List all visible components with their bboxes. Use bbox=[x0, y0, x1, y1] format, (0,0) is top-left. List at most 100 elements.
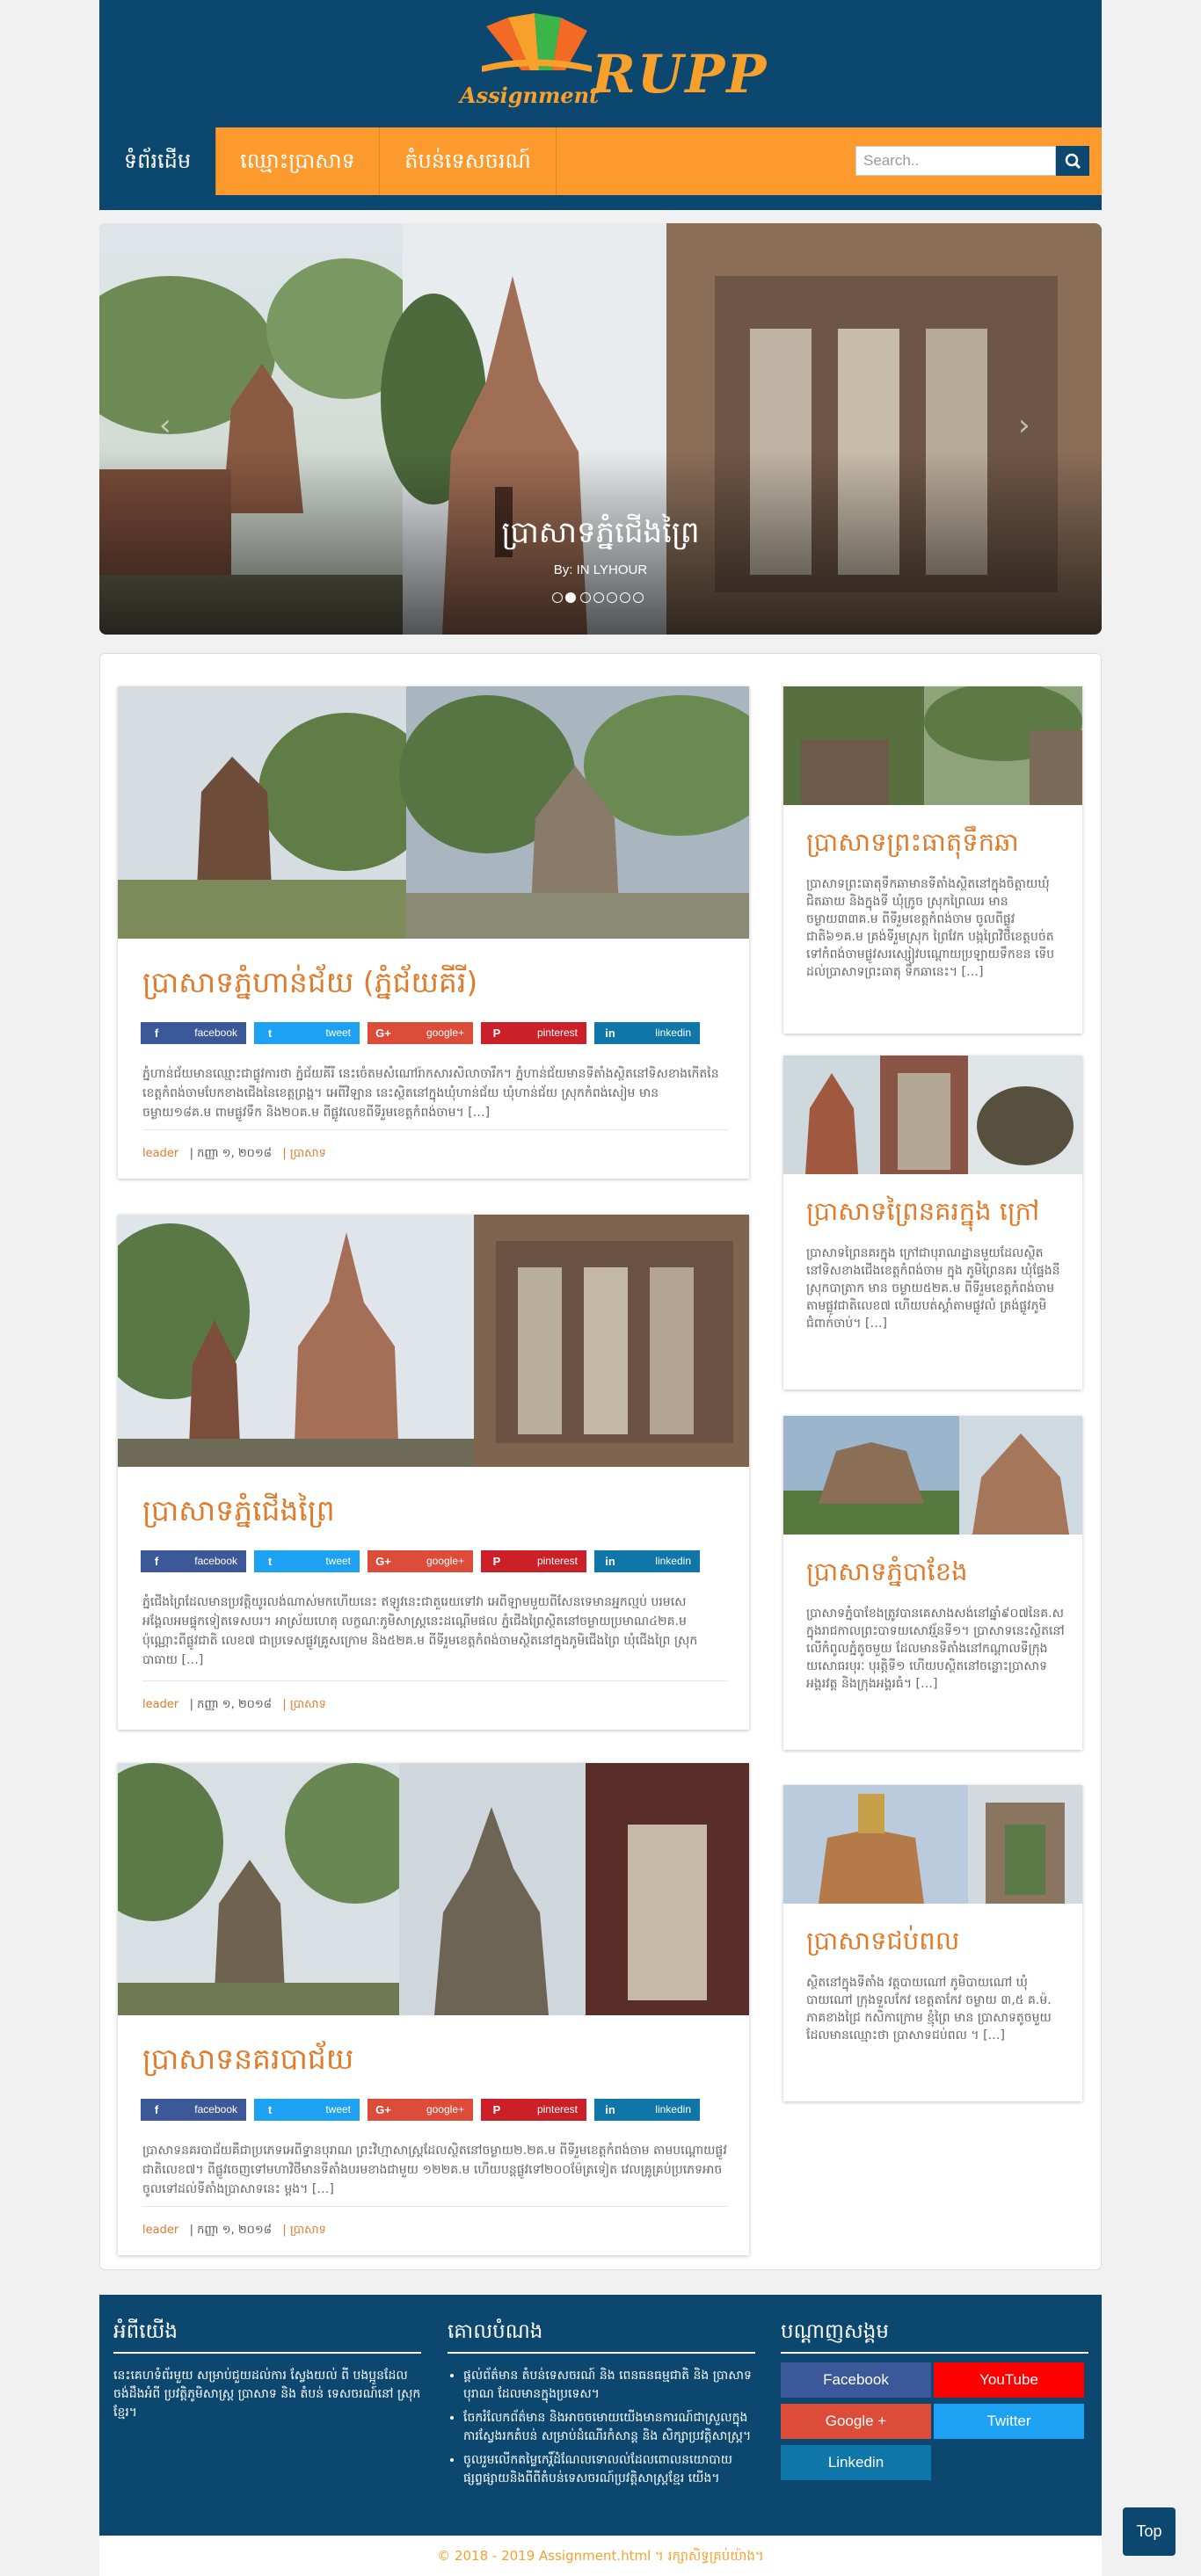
share-facebook-button[interactable]: f facebook bbox=[141, 2099, 246, 2121]
footer-about-text: នេះគេហទំព័រមួយ សម្រាប់ជួយដល់ការ ស្វែងយល់… bbox=[113, 2369, 421, 2420]
sidebar-post-image[interactable] bbox=[783, 1785, 1082, 1904]
post-excerpt: ភ្នំហាន់ជ័យមានឈ្មោះជាផ្លូវការថា ភ្នំជ័យគ… bbox=[142, 1067, 719, 1120]
site-footer: អំពីយើង នេះគេហទំព័រមួយ សម្រាប់ជួយដល់ការ … bbox=[99, 2295, 1102, 2536]
share-pinterest-button[interactable]: Ppinterest bbox=[481, 1022, 586, 1044]
post-category[interactable]: | ប្រាសាទ bbox=[282, 1147, 326, 1160]
social-google-button[interactable]: Google + bbox=[781, 2404, 931, 2439]
carousel-title: ប្រាសាទភ្នំជើងព្រៃ bbox=[501, 515, 700, 550]
sidebar-post-image[interactable] bbox=[783, 686, 1082, 805]
carousel-dot-active[interactable] bbox=[565, 592, 576, 603]
share-pinterest-button[interactable]: Ppinterest bbox=[481, 1550, 586, 1572]
sidebar-post-image[interactable] bbox=[783, 1056, 1082, 1174]
facebook-icon: f bbox=[154, 1555, 159, 1568]
navbar-bottom-strip bbox=[99, 195, 1102, 210]
search-icon bbox=[1065, 153, 1081, 170]
post-date: | កញ្ញា ១, ២០១៨ bbox=[189, 2224, 272, 2237]
social-youtube-button[interactable]: YouTube bbox=[934, 2362, 1084, 2398]
carousel-prev-icon[interactable]: ‹ bbox=[159, 408, 171, 443]
post-title[interactable]: ប្រាសាទភ្នំហាន់ជ័យ (ភ្នំជ័យគីរី) bbox=[142, 965, 477, 1007]
share-google-button[interactable]: G+ google+ bbox=[368, 1022, 473, 1044]
carousel-dot[interactable] bbox=[620, 592, 630, 603]
post-meta: leader | កញ្ញា ១, ២០១៨ | ប្រាសាទ bbox=[142, 1680, 727, 1714]
sidebar-post-card: ប្រាសាទភ្នំបាខែង ប្រាសាទភ្នំបាខែងត្រូវបា… bbox=[783, 1416, 1082, 1750]
post-title[interactable]: ប្រាសាទភ្នំជើងព្រៃ bbox=[142, 1493, 335, 1535]
post-title[interactable]: ប្រាសាទនគរបាជ័យ bbox=[142, 2042, 353, 2084]
footer-social-heading: បណ្ដាញសង្គម bbox=[781, 2320, 889, 2343]
share-facebook-button[interactable]: f facebook bbox=[141, 1550, 246, 1572]
main-content: ប្រាសាទភ្នំហាន់ជ័យ (ភ្នំជ័យគីរី) f facebo… bbox=[99, 653, 1102, 2270]
post-meta: leader | កញ្ញា ១, ២០១៨ | ប្រាសាទ bbox=[142, 1129, 727, 1163]
footer-goal-item: ចូលរួមលើកតម្លៃកេរ្តិ៍ដំណែលទោលល់ដែលពោលនយោ… bbox=[463, 2451, 755, 2488]
post-image[interactable] bbox=[118, 686, 749, 939]
share-twitter-button[interactable]: t tweet bbox=[254, 1022, 360, 1044]
sidebar-post-excerpt: ស្ថិតនៅក្នុងទីតាំង វត្តបាយណៅ ភូមិបាយណៅ ឃ… bbox=[806, 1976, 1052, 2043]
nav-tourist-sites[interactable]: តំបន់ទេសចរណ៍ bbox=[380, 127, 557, 195]
post-author[interactable]: leader bbox=[142, 2224, 178, 2237]
post-author[interactable]: leader bbox=[142, 1147, 178, 1160]
sidebar-post-image[interactable] bbox=[783, 1416, 1082, 1535]
linkedin-icon: in bbox=[605, 2103, 615, 2116]
share-google-button[interactable]: G+ google+ bbox=[368, 2099, 473, 2121]
post-image[interactable] bbox=[118, 1215, 749, 1467]
linkedin-icon: in bbox=[605, 1555, 615, 1568]
sidebar-post-title[interactable]: ប្រាសាទជប់ពល bbox=[806, 1926, 959, 1963]
social-facebook-button[interactable]: Facebook bbox=[781, 2362, 931, 2398]
site-logo[interactable]: Assignment RUPP bbox=[460, 9, 766, 114]
back-to-top-button[interactable]: Top bbox=[1123, 2507, 1176, 2556]
sidebar-post-excerpt: ប្រាសាទព្រៃនគរក្នុង ក្រៅជាបុរាណដ្ឋានមួយដ… bbox=[806, 1246, 1060, 1331]
pinterest-icon: P bbox=[492, 1555, 501, 1568]
footer-goal-item: ផ្តល់ព័ត៌មាន តំបន់ទេសចរណ៍ និង ពេនធនធម្មជ… bbox=[463, 2367, 755, 2404]
facebook-icon: f bbox=[154, 2103, 159, 2116]
carousel-dot[interactable] bbox=[580, 592, 591, 603]
footer-goal-item: ចែករំលែកព័ត៌មាន និងអាចចមោយយើងមានការណ៍ជាស… bbox=[463, 2409, 755, 2446]
carousel-dot[interactable] bbox=[633, 592, 644, 603]
google-plus-icon: G+ bbox=[375, 1027, 391, 1040]
search-input[interactable]: Search.. bbox=[855, 146, 1056, 176]
social-linkedin-button[interactable]: Linkedin bbox=[781, 2445, 931, 2480]
social-twitter-button[interactable]: Twitter bbox=[934, 2404, 1084, 2439]
post-category[interactable]: | ប្រាសាទ bbox=[282, 2224, 326, 2237]
share-facebook-button[interactable]: f facebook bbox=[141, 1022, 246, 1044]
sidebar-post-title[interactable]: ប្រាសាទព្រៃនគរក្នុង ក្រៅ bbox=[806, 1196, 1039, 1233]
carousel-indicators bbox=[552, 592, 649, 605]
carousel-dot[interactable] bbox=[552, 592, 563, 603]
nav-temples[interactable]: ឈ្មោះប្រាសាទ bbox=[216, 127, 380, 195]
post-category[interactable]: | ប្រាសាទ bbox=[282, 1698, 326, 1711]
share-linkedin-button[interactable]: in linkedin bbox=[594, 2099, 700, 2121]
carousel-next-icon[interactable]: › bbox=[1018, 408, 1030, 443]
logo-assignment-text: Assignment bbox=[460, 83, 600, 108]
google-plus-icon: G+ bbox=[375, 1555, 391, 1568]
nav-home[interactable]: ទំព័រដើម bbox=[99, 127, 216, 199]
sidebar-post-title[interactable]: ប្រាសាទភ្នំបាខែង bbox=[806, 1556, 968, 1593]
pinterest-icon: P bbox=[492, 1027, 501, 1040]
carousel-dot[interactable] bbox=[607, 592, 617, 603]
main-navbar: ទំព័រដើម ឈ្មោះប្រាសាទ តំបន់ទេសចរណ៍ Searc… bbox=[99, 127, 1102, 199]
site-header: Assignment RUPP ទំព័រដើម ឈ្មោះប្រាសាទ តំ… bbox=[99, 0, 1102, 210]
footer-goal-heading: គោលបំណង bbox=[448, 2320, 543, 2343]
share-linkedin-button[interactable]: in linkedin bbox=[594, 1550, 700, 1572]
google-plus-icon: G+ bbox=[375, 2103, 391, 2116]
facebook-icon: f bbox=[154, 1027, 159, 1040]
footer-divider bbox=[113, 2352, 421, 2354]
sidebar-post-excerpt: ប្រាសាទភ្នំបាខែងត្រូវបានគេសាងសង់នៅឆ្នាំ៩… bbox=[806, 1607, 1065, 1691]
twitter-icon: t bbox=[267, 1027, 273, 1040]
share-bar: f facebook t tweet G+ google+ Ppinterest in… bbox=[141, 1022, 739, 1045]
sidebar-post-excerpt: ប្រាសាទព្រះធាតុទឹកឆាមានទីតាំងស្ថិតនៅក្នុ… bbox=[806, 877, 1055, 979]
linkedin-icon: in bbox=[605, 1027, 615, 1040]
share-linkedin-button[interactable]: in linkedin bbox=[594, 1022, 700, 1044]
twitter-icon: t bbox=[267, 2103, 273, 2116]
post-image[interactable] bbox=[118, 1763, 749, 2015]
post-card: ប្រាសាទនគរបាជ័យ f facebook t tweet G+ googl… bbox=[118, 1763, 749, 2255]
carousel-dot[interactable] bbox=[593, 592, 604, 603]
carousel-byline: By: IN LYHOUR bbox=[553, 562, 648, 577]
share-twitter-button[interactable]: t tweet bbox=[254, 2099, 360, 2121]
share-twitter-button[interactable]: t tweet bbox=[254, 1550, 360, 1572]
share-google-button[interactable]: G+ google+ bbox=[368, 1550, 473, 1572]
image-carousel[interactable]: ‹ › ប្រាសាទភ្នំជើងព្រៃ By: IN LYHOUR bbox=[99, 223, 1102, 635]
sidebar-post-title[interactable]: ប្រាសាទព្រះធាតុទឹកឆា bbox=[806, 827, 1019, 864]
share-pinterest-button[interactable]: Ppinterest bbox=[481, 2099, 586, 2121]
post-author[interactable]: leader bbox=[142, 1698, 178, 1711]
post-excerpt: ភ្នំជើងព្រៃដែលមានប្រវត្តិយូរលង់ណាស់មកហើយ… bbox=[142, 1595, 698, 1667]
post-date: | កញ្ញា ១, ២០១៨ bbox=[189, 1147, 272, 1160]
search-button[interactable] bbox=[1056, 146, 1089, 176]
